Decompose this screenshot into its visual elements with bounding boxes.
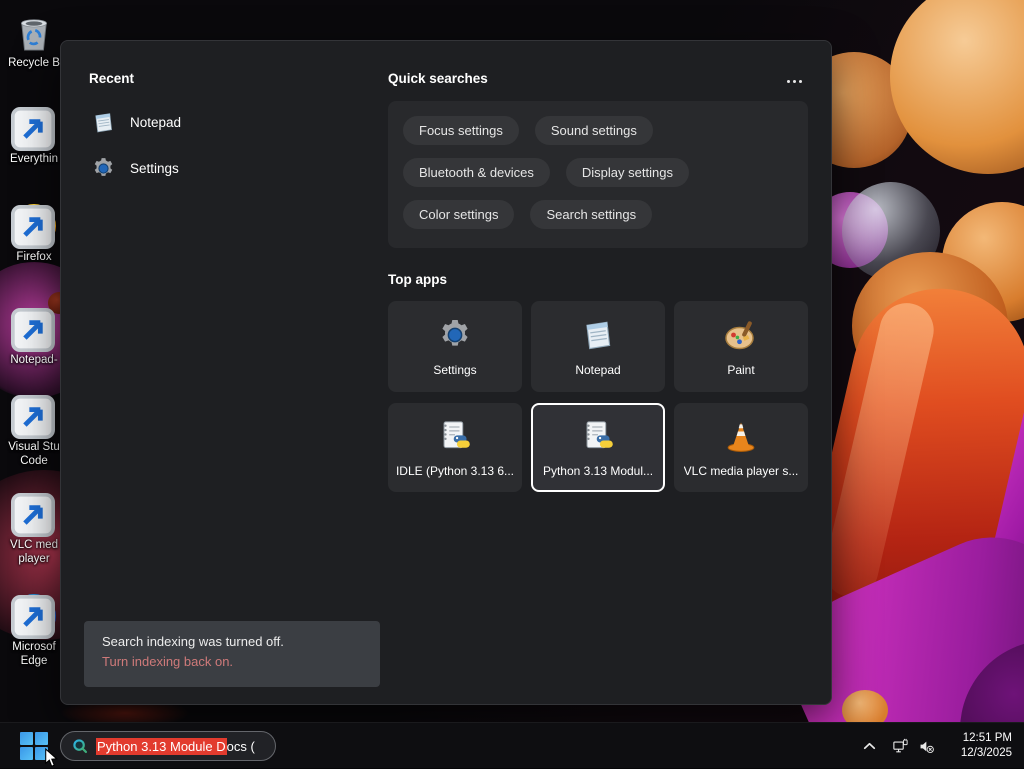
top-app-tile-vlc[interactable]: VLC media player s... <box>674 403 808 492</box>
desktop-icon-label: Code <box>20 454 48 468</box>
python-document-icon <box>580 418 616 454</box>
mouse-cursor <box>44 748 59 769</box>
desktop-icon-vlc[interactable]: VLC med player <box>2 490 66 566</box>
quick-search-pill[interactable]: Color settings <box>403 200 514 229</box>
desktop-icon-recycle-bin[interactable]: Recycle B <box>2 8 66 70</box>
top-app-tile-settings[interactable]: Settings <box>388 301 522 392</box>
desktop-icon-everything[interactable]: Everythin <box>2 104 66 166</box>
traffic-cone-icon <box>723 418 759 454</box>
more-options-icon[interactable] <box>781 73 807 89</box>
recycle-bin-icon <box>10 8 58 56</box>
recent-header: Recent <box>89 71 134 86</box>
network-ethernet-icon[interactable] <box>890 736 910 756</box>
quick-search-pill[interactable]: Sound settings <box>535 116 653 145</box>
top-app-tile-notepad[interactable]: Notepad <box>531 301 665 392</box>
top-app-label: Paint <box>727 363 754 377</box>
vscode-icon <box>10 392 58 440</box>
desktop-icon-label: VLC med <box>10 538 58 552</box>
desktop-icon-label: Edge <box>21 654 48 668</box>
quick-search-pill[interactable]: Display settings <box>566 158 689 187</box>
clock-date: 12/3/2025 <box>961 746 1012 761</box>
desktop-icon-label: player <box>18 552 49 566</box>
volume-muted-icon[interactable] <box>916 736 936 756</box>
indexing-notification: Search indexing was turned off. Turn ind… <box>84 621 380 687</box>
notification-text: Search indexing was turned off. <box>102 634 362 649</box>
top-app-tile-paint[interactable]: Paint <box>674 301 808 392</box>
quick-searches-header: Quick searches <box>388 71 488 86</box>
gear-icon <box>437 317 473 353</box>
desktop-icon-label: Recycle B <box>8 56 60 70</box>
notepad-icon <box>91 110 116 135</box>
top-app-tile-idle-python[interactable]: IDLE (Python 3.13 6... <box>388 403 522 492</box>
edge-icon <box>10 592 58 640</box>
firefox-icon <box>10 202 58 250</box>
gear-icon <box>91 156 116 181</box>
turn-indexing-on-link[interactable]: Turn indexing back on. <box>102 654 362 669</box>
top-app-label: Settings <box>433 363 476 377</box>
desktop-icon-label: Firefox <box>16 250 51 264</box>
top-app-tile-python-module-docs[interactable]: Python 3.13 Modul... <box>531 403 665 492</box>
top-app-label: IDLE (Python 3.13 6... <box>396 464 514 478</box>
palette-icon <box>723 317 759 353</box>
shortcut-arrow-icon <box>11 308 55 352</box>
desktop-icon-label: Microsof <box>12 640 55 654</box>
recent-item-label: Settings <box>130 161 179 176</box>
notepad-icon <box>580 317 616 353</box>
windows-logo-icon <box>20 732 33 745</box>
desktop-icon-edge[interactable]: Microsof Edge <box>2 592 66 668</box>
notepad-plus-plus-icon <box>10 305 58 353</box>
everything-magnifier-icon <box>10 104 58 152</box>
vlc-cone-icon <box>10 490 58 538</box>
desktop-icon-visual-studio-code[interactable]: Visual Stu Code <box>2 392 66 468</box>
taskbar-search-box[interactable]: Python 3.13 Module Docs ( <box>60 731 276 761</box>
desktop-icon-firefox[interactable]: Firefox <box>2 202 66 264</box>
top-app-label: Notepad <box>575 363 620 377</box>
quick-search-pill[interactable]: Bluetooth & devices <box>403 158 550 187</box>
selected-text: Python 3.13 Module D <box>96 738 227 755</box>
taskbar-clock[interactable]: 12:51 PM 12/3/2025 <box>961 731 1012 761</box>
search-icon <box>71 737 89 755</box>
quick-search-pill[interactable]: Search settings <box>530 200 652 229</box>
python-document-icon <box>437 418 473 454</box>
search-flyout: Recent Notepad Settings Quick searches F… <box>60 40 832 705</box>
top-apps-header: Top apps <box>388 272 447 287</box>
top-app-label: VLC media player s... <box>684 464 799 478</box>
recent-item-settings[interactable]: Settings <box>91 151 361 185</box>
shortcut-arrow-icon <box>11 493 55 537</box>
quick-search-pill[interactable]: Focus settings <box>403 116 519 145</box>
taskbar: Python 3.13 Module Docs ( 12:51 PM 12/3/… <box>0 722 1024 768</box>
desktop-icon-label: Everythin <box>10 152 58 166</box>
shortcut-arrow-icon <box>11 595 55 639</box>
desktop-icon-label: Visual Stu <box>8 440 60 454</box>
shortcut-arrow-icon <box>11 107 55 151</box>
clock-time: 12:51 PM <box>961 731 1012 746</box>
desktop-icon-label: Notepad- <box>10 353 57 367</box>
shortcut-arrow-icon <box>11 395 55 439</box>
tray-expand-chevron-icon[interactable] <box>859 736 879 756</box>
desktop-icon-notepad-plus-plus[interactable]: Notepad- <box>2 305 66 367</box>
shortcut-arrow-icon <box>11 205 55 249</box>
search-input-text[interactable]: Python 3.13 Module Docs ( <box>96 739 255 754</box>
recent-item-notepad[interactable]: Notepad <box>91 105 361 139</box>
unselected-text: ocs ( <box>227 739 255 754</box>
quick-searches-card: Focus settings Sound settings Bluetooth … <box>388 101 808 248</box>
recent-item-label: Notepad <box>130 115 181 130</box>
top-app-label: Python 3.13 Modul... <box>543 464 653 478</box>
